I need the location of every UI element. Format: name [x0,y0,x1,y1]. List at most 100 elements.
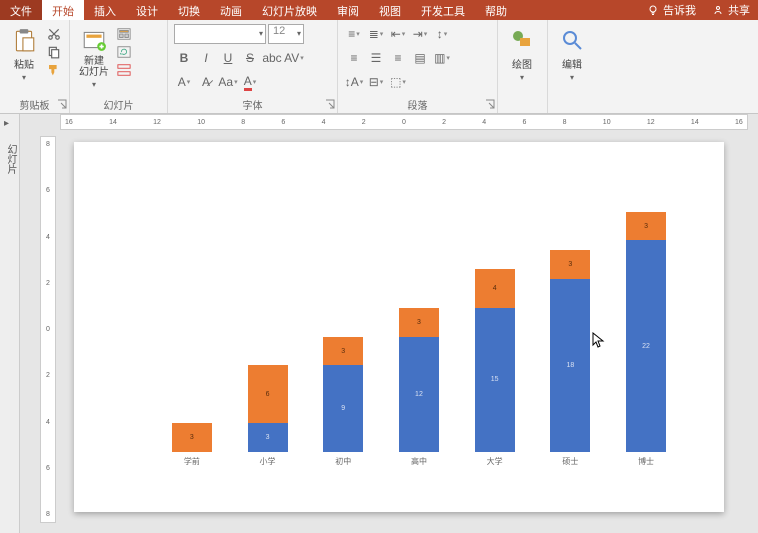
bar-segment: 3 [323,337,363,366]
x-axis-label: 博士 [626,452,666,472]
change-case-button[interactable]: Aa [218,72,238,92]
bar-segment: 15 [475,308,515,452]
paste-icon [10,26,38,54]
group-label-font: 字体 [168,97,337,113]
bar-1[interactable]: 63 [248,365,288,452]
tab-view[interactable]: 视图 [369,0,411,20]
bar-segment: 3 [626,212,666,241]
x-axis-label: 高中 [399,452,439,472]
chevron-down-icon: ▾ [570,73,574,82]
bar-4[interactable]: 415 [475,269,515,452]
indent-dec-button[interactable]: ⇤ [388,24,408,44]
bar-segment: 3 [399,308,439,337]
x-axis-label: 硕士 [550,452,590,472]
char-spacing-button[interactable]: AV [284,48,304,68]
align-left-button[interactable]: ≡ [344,48,364,68]
tab-help[interactable]: 帮助 [475,0,517,20]
format-painter-button[interactable] [46,62,62,78]
chevron-down-icon: ▾ [520,73,524,82]
editing-button[interactable]: 编辑 ▾ [552,22,592,82]
chevron-down-icon: ▾ [92,80,96,89]
shapes-icon [508,26,536,54]
shadow-button[interactable]: abc [262,48,282,68]
tab-transitions[interactable]: 切换 [168,0,210,20]
outline-pane-collapsed[interactable]: ▸ 幻灯片 [0,114,20,533]
bold-button[interactable]: B [174,48,194,68]
indent-inc-button[interactable]: ⇥ [410,24,430,44]
paste-label: 粘贴 [14,56,34,71]
bar-segment: 22 [626,240,666,452]
bullets-button[interactable]: ≡ [344,24,364,44]
font-name-combo[interactable]: ▾ [174,24,266,44]
share-icon [712,4,724,16]
paste-button[interactable]: 粘贴 ▾ [4,22,44,82]
lightbulb-icon [647,4,659,16]
share-button[interactable]: 共享 [704,0,758,20]
tab-file[interactable]: 文件 [0,0,42,20]
bar-5[interactable]: 318 [550,250,590,452]
dialog-launcher-icon[interactable] [57,99,67,109]
bar-segment: 9 [323,365,363,452]
dialog-launcher-icon[interactable] [325,99,335,109]
bar-segment: 12 [399,337,439,452]
bar-6[interactable]: 322 [626,212,666,452]
x-axis-label: 小学 [248,452,288,472]
font-size-combo[interactable]: 12▾ [268,24,304,44]
underline-button[interactable]: U [218,48,238,68]
align-text-button[interactable]: ⊟ [366,72,386,92]
columns-button[interactable]: ▥ [432,48,452,68]
justify-button[interactable]: ▤ [410,48,430,68]
x-axis-label: 大学 [475,452,515,472]
group-label-paragraph: 段落 [338,97,497,113]
section-button[interactable] [116,62,132,78]
outline-label: 幻灯片 [3,144,18,174]
drawing-label: 绘图 [512,56,532,71]
font-grow-button[interactable]: A [174,72,194,92]
new-slide-button[interactable]: 新建 幻灯片 ▾ [74,22,114,89]
slide-canvas[interactable]: 36339312415318322 学前小学初中高中大学硕士博士 [74,142,724,512]
align-center-button[interactable]: ☰ [366,48,386,68]
share-label: 共享 [728,2,750,18]
layout-button[interactable] [116,26,132,42]
tab-developer[interactable]: 开发工具 [411,0,475,20]
tab-home[interactable]: 开始 [42,0,84,20]
find-icon [558,26,586,54]
clear-format-button[interactable]: A̷ [196,72,216,92]
bar-segment: 6 [248,365,288,423]
numbering-button[interactable]: ≣ [366,24,386,44]
bar-2[interactable]: 39 [323,337,363,452]
tab-review[interactable]: 审阅 [327,0,369,20]
group-label-clipboard: 剪贴板 [0,97,69,113]
ribbon: 粘贴 ▾ 剪贴板 新建 幻灯片 ▾ [0,20,758,114]
bar-3[interactable]: 312 [399,308,439,452]
tell-me-label: 告诉我 [663,2,696,18]
chart-object[interactable]: 36339312415318322 学前小学初中高中大学硕士博士 [154,202,684,472]
tab-insert[interactable]: 插入 [84,0,126,20]
tab-design[interactable]: 设计 [126,0,168,20]
new-slide-label: 新建 幻灯片 [79,56,109,78]
x-axis-label: 初中 [323,452,363,472]
bar-0[interactable]: 3 [172,423,212,452]
reset-button[interactable] [116,44,132,60]
text-direction-button[interactable]: ↕A [344,72,364,92]
bar-segment: 3 [550,250,590,279]
vertical-ruler: 864202468 [40,136,56,523]
line-spacing-button[interactable]: ↕ [432,24,452,44]
bar-segment: 18 [550,279,590,452]
drawing-button[interactable]: 绘图 ▾ [502,22,542,82]
bar-segment: 3 [248,423,288,452]
italic-button[interactable]: I [196,48,216,68]
cut-button[interactable] [46,26,62,42]
strikethrough-button[interactable]: S [240,48,260,68]
dialog-launcher-icon[interactable] [485,99,495,109]
horizontal-ruler: 1614121086420246810121416 [60,114,748,130]
copy-button[interactable] [46,44,62,60]
tab-slideshow[interactable]: 幻灯片放映 [252,0,327,20]
tab-animations[interactable]: 动画 [210,0,252,20]
align-right-button[interactable]: ≡ [388,48,408,68]
tell-me-button[interactable]: 告诉我 [639,0,704,20]
chevron-right-icon: ▸ [4,118,9,129]
font-color-button[interactable]: A [240,72,260,92]
bar-segment: 3 [172,423,212,452]
smartart-button[interactable]: ⬚ [388,72,408,92]
